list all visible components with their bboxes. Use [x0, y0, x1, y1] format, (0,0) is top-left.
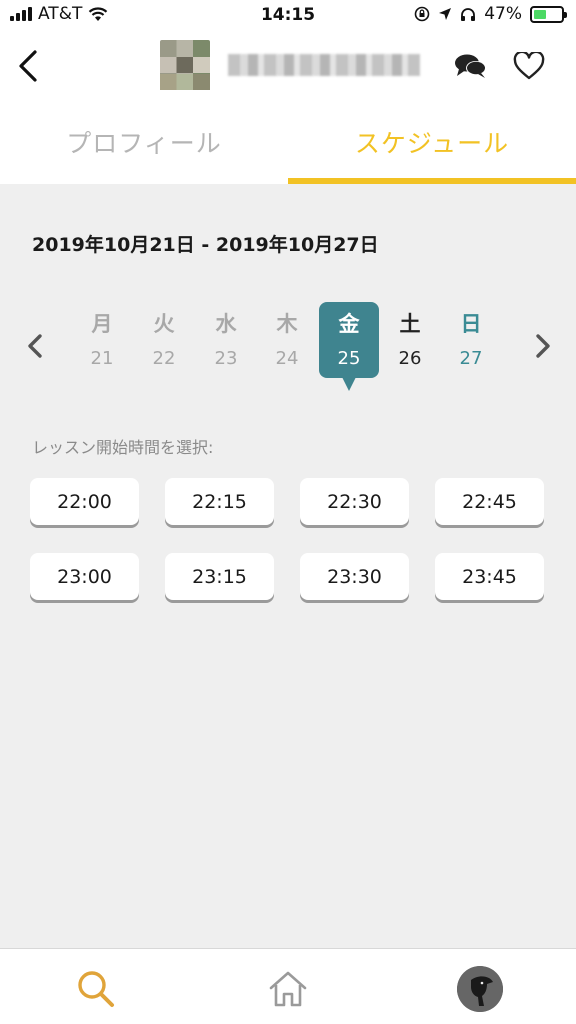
day-of-week: 日	[460, 312, 482, 336]
tab-bar: プロフィール スケジュール	[0, 100, 576, 184]
bottom-nav	[0, 948, 576, 1024]
nav-search-button[interactable]	[72, 965, 120, 1013]
time-slot-button[interactable]: 22:00	[30, 478, 139, 525]
day-of-week: 火	[153, 312, 175, 336]
date-range-title: 2019年10月21日 - 2019年10月27日	[32, 234, 379, 256]
search-icon	[78, 971, 114, 1007]
day-date: 27	[459, 348, 483, 369]
day-sun[interactable]: 日 27	[441, 302, 501, 378]
chat-bubbles-icon	[455, 54, 486, 78]
day-mon[interactable]: 月 21	[72, 302, 132, 378]
headphones-icon	[461, 7, 476, 21]
next-week-button[interactable]	[528, 328, 558, 364]
chevron-right-icon	[536, 334, 550, 358]
day-date: 23	[214, 348, 238, 369]
day-date: 25	[337, 348, 361, 369]
time-slot-button[interactable]: 22:30	[300, 478, 409, 525]
battery-percent: 47%	[484, 4, 522, 24]
day-thu[interactable]: 木 24	[257, 302, 317, 378]
day-sat[interactable]: 土 26	[380, 302, 440, 378]
day-tue[interactable]: 火 22	[134, 302, 194, 378]
day-of-week: 月	[91, 312, 113, 336]
day-of-week: 土	[399, 312, 421, 336]
time-slot-button[interactable]: 23:15	[165, 553, 274, 600]
chevron-left-icon	[19, 50, 37, 82]
tab-profile[interactable]: プロフィール	[0, 100, 288, 184]
time-slot-button[interactable]: 22:15	[165, 478, 274, 525]
teacher-name-blurred	[228, 54, 420, 76]
day-of-week: 木	[276, 312, 298, 336]
day-date: 26	[398, 348, 422, 369]
home-icon	[269, 971, 307, 1007]
profile-avatar-icon	[457, 966, 503, 1012]
heart-icon	[513, 52, 545, 80]
previous-week-button[interactable]	[20, 328, 50, 364]
chevron-left-icon	[28, 334, 42, 358]
orientation-lock-icon	[414, 6, 430, 22]
battery-icon	[530, 5, 567, 23]
favorite-button[interactable]	[510, 48, 548, 84]
header	[0, 32, 576, 100]
status-bar: AT&T 14:15 47%	[0, 0, 576, 32]
chat-button[interactable]	[452, 48, 490, 84]
back-button[interactable]	[10, 46, 46, 86]
lesson-start-time-label: レッスン開始時間を選択:	[32, 438, 214, 457]
day-of-week: 金	[338, 312, 360, 336]
tab-schedule[interactable]: スケジュール	[288, 100, 576, 184]
location-icon	[439, 8, 452, 20]
day-wed[interactable]: 水 23	[196, 302, 256, 378]
day-date: 21	[90, 348, 114, 369]
day-date: 22	[152, 348, 176, 369]
time-slot-button[interactable]: 23:00	[30, 553, 139, 600]
day-date: 24	[275, 348, 299, 369]
teacher-avatar[interactable]	[160, 40, 210, 90]
time-slot-button[interactable]: 23:45	[435, 553, 544, 600]
nav-home-button[interactable]	[264, 965, 312, 1013]
nav-profile-button[interactable]	[456, 965, 504, 1013]
time-slot-button[interactable]: 23:30	[300, 553, 409, 600]
week-selector: 月 21 火 22 水 23 木 24 金 25 土 26 日 27	[0, 298, 576, 398]
time-slot-button[interactable]: 22:45	[435, 478, 544, 525]
day-of-week: 水	[215, 312, 237, 336]
day-fri-selected[interactable]: 金 25	[319, 302, 379, 391]
status-right: 47%	[414, 4, 567, 24]
